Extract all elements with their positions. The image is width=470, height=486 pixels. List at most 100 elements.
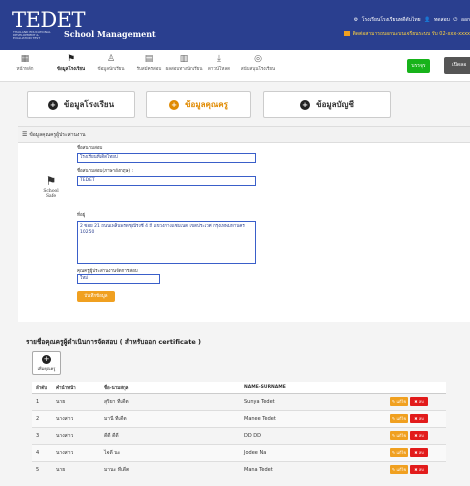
- row-name: มานะ ทีเดีต: [100, 460, 240, 478]
- nav-item-download[interactable]: ⤓ ดาวน์โหลด: [198, 54, 240, 72]
- edit-label: แก้ไข: [396, 450, 407, 455]
- tab-label: ข้อมูลบัญชี: [316, 100, 354, 109]
- nav-label: ผลสอบทางนักเรียน: [165, 67, 203, 72]
- nav-label: ดาวน์โหลด: [207, 67, 231, 72]
- logout-link[interactable]: ออก: [461, 17, 470, 23]
- col-prefix: คำนำหน้า: [52, 382, 100, 394]
- edit-button[interactable]: ✎ แก้ไข: [390, 414, 408, 423]
- note-icon: [343, 31, 350, 36]
- row-no: 4: [32, 443, 52, 461]
- dashboard-icon: ▦: [20, 54, 30, 64]
- edit-button[interactable]: ✎ แก้ไข: [390, 431, 408, 440]
- row-name: มานี ทีเดีต: [100, 409, 240, 427]
- delete-button[interactable]: ✖ ลบ: [410, 431, 428, 440]
- flag-icon: ⚑: [66, 54, 76, 64]
- row-no: 5: [32, 460, 52, 478]
- plus-circle-icon: +: [300, 99, 311, 110]
- gear-icon: ⚙: [353, 17, 359, 23]
- delete-label: ลบ: [418, 467, 424, 473]
- nav-item-students[interactable]: ♙ ข้อมูลนักเรียน: [90, 54, 132, 72]
- panel-header: ☰ ข้อมูลคุณครูผู้ประสานงาน: [18, 127, 470, 143]
- row-no: 3: [32, 426, 52, 444]
- tab-school-info[interactable]: + ข้อมูลโรงเรียน: [27, 91, 135, 118]
- col-name: ชื่อ-นามสกุล: [100, 382, 240, 394]
- row-name-en: Manee Tedet: [240, 409, 386, 427]
- section-tabs: + ข้อมูลโรงเรียน + ข้อมูลคุณครู + ข้อมูลบัญ…: [0, 82, 470, 122]
- header-link-school[interactable]: โรงเรียนโรงเรียนทดีดับไทย: [362, 17, 421, 23]
- list-icon: ☰: [22, 131, 28, 138]
- row-name-en: Jodee Na: [240, 443, 386, 461]
- edit-label: แก้ไข: [396, 467, 407, 473]
- row-name: สุริยา ทีเดีต: [100, 392, 240, 410]
- school-name-en-input[interactable]: TEDET: [77, 176, 256, 186]
- header-note: ติดต่อสามารถบอกนะบนเจรียนระบบ รับ 02-xxx…: [343, 30, 470, 38]
- edit-label: แก้ไข: [396, 399, 407, 404]
- gray-action-button[interactable]: เปิดลอ: [444, 57, 470, 74]
- row-prefix: นางสาว: [52, 426, 100, 444]
- support-icon: ◎: [254, 54, 262, 64]
- nav-item-support[interactable]: ◎ สนับสนุนโรงเรียน: [237, 54, 279, 72]
- delete-label: ลบ: [418, 433, 424, 438]
- nav-label: สนับสนุนโรงเรียน: [240, 67, 276, 72]
- row-name: ดีดี ดีดี: [100, 426, 240, 444]
- table-row: 5 นาย มานะ ทีเดีต Mana Tedet ✎ แก้ไข ✖ ลบ: [32, 460, 446, 478]
- table-row: 4 นางสาว ไจดี นะ Jodee Na ✎ แก้ไข ✖ ลบ: [32, 443, 446, 461]
- edit-button[interactable]: ✎ แก้ไข: [390, 448, 408, 457]
- table-row: 1 นาย สุริยา ทีเดีต Sunya Tedet ✎ แก้ไข ✖…: [32, 392, 446, 410]
- col-name-en: NAME-SURNAME: [240, 382, 386, 394]
- plus-circle-icon: +: [42, 355, 51, 364]
- row-name-en: DD DD: [240, 426, 386, 444]
- coordinator-label: คุณครูผู้ประสานงานจัดการสอบ: [77, 269, 138, 274]
- add-teacher-button[interactable]: + เพิ่มคุณครู: [32, 351, 61, 375]
- header-note-text: ติดต่อสามารถบอกนะบนเจรียนระบบ รับ 02-xxx…: [352, 31, 470, 37]
- nav-item-home[interactable]: ▦ หน้าหลัก: [4, 54, 46, 72]
- edit-label: แก้ไข: [396, 416, 407, 421]
- row-no: 2: [32, 409, 52, 427]
- address-textarea[interactable]: 2 ซอย 21 ถนนเพลินพรดชุณีรงชี 4 ถี แขวงกา…: [77, 221, 256, 264]
- main-nav: ▦ หน้าหลัก ⚑ ข้อมูลโรงเรียน ♙ ข้อมูลนักเ…: [0, 50, 470, 82]
- tedet-logo[interactable]: TEDET: [12, 9, 86, 31]
- row-name-en: Mana Tedet: [240, 460, 386, 478]
- tab-account-info[interactable]: + ข้อมูลบัญชี: [263, 91, 391, 118]
- header-link-user[interactable]: ทดสอบ: [434, 17, 450, 23]
- brand-title: School Management: [64, 29, 156, 39]
- edit-label: แก้ไข: [396, 433, 407, 438]
- delete-button[interactable]: ✖ ลบ: [410, 448, 428, 457]
- edit-button[interactable]: ✎ แก้ไข: [390, 465, 408, 475]
- row-actions: ✎ แก้ไข ✖ ลบ: [386, 460, 446, 478]
- edit-button[interactable]: ✎ แก้ไข: [390, 397, 408, 406]
- app-header: TEDET THAILAND EDUCATIONAL DEVELOPMENT &…: [0, 0, 470, 50]
- green-action-button[interactable]: บรรจุร: [407, 59, 430, 73]
- table-row: 2 นางสาว มานี ทีเดีต Manee Tedet ✎ แก้ไข…: [32, 409, 446, 427]
- nav-item-school-info[interactable]: ⚑ ข้อมูลโรงเรียน: [50, 54, 92, 72]
- delete-button[interactable]: ✖ ลบ: [410, 397, 428, 406]
- users-icon: ♙: [106, 54, 116, 64]
- coordinator-input[interactable]: ใหม่: [77, 274, 160, 284]
- row-actions: ✎ แก้ไข ✖ ลบ: [386, 443, 446, 461]
- save-button[interactable]: บันทึกข้อมูล: [77, 291, 115, 302]
- tab-teacher-info[interactable]: + ข้อมูลคุณครู: [146, 91, 251, 118]
- coordinator-panel: ☰ ข้อมูลคุณครูผู้ประสานงาน ⚑ School Safe …: [18, 126, 470, 322]
- delete-button[interactable]: ✖ ลบ: [410, 414, 428, 423]
- row-name: ไจดี นะ: [100, 443, 240, 461]
- school-logo: ⚑ School Safe: [38, 175, 64, 199]
- add-teacher-label: เพิ่มคุณครู: [37, 366, 56, 371]
- nav-label: หน้าหลัก: [16, 67, 34, 72]
- tab-label: ข้อมูลคุณครู: [185, 100, 228, 109]
- delete-button[interactable]: ✖ ลบ: [410, 465, 428, 475]
- nav-label: ข้อมูลนักเรียน: [97, 67, 125, 72]
- address-label: ที่อยู่: [77, 213, 86, 218]
- row-name-en: Sunya Tedet: [240, 392, 386, 410]
- school-name-en-label: ชื่อสนามสอบ(ภาษาอังกฤษ) :: [77, 169, 134, 174]
- row-prefix: นางสาว: [52, 443, 100, 461]
- nav-label: รับสมัครสอบ: [136, 67, 162, 72]
- col-actions: [386, 382, 446, 394]
- school-logo-text: School Safe: [43, 189, 59, 199]
- row-actions: ✎ แก้ไข ✖ ลบ: [386, 392, 446, 410]
- plus-circle-icon: +: [47, 99, 58, 110]
- school-name-input[interactable]: โรงเรียนที่เดิดไทยป: [77, 153, 256, 163]
- row-no: 1: [32, 392, 52, 410]
- row-actions: ✎ แก้ไข ✖ ลบ: [386, 426, 446, 444]
- row-prefix: นาย: [52, 392, 100, 410]
- staff-table: ลำดับ คำนำหน้า ชื่อ-นามสกุล NAME-SURNAME…: [32, 382, 446, 478]
